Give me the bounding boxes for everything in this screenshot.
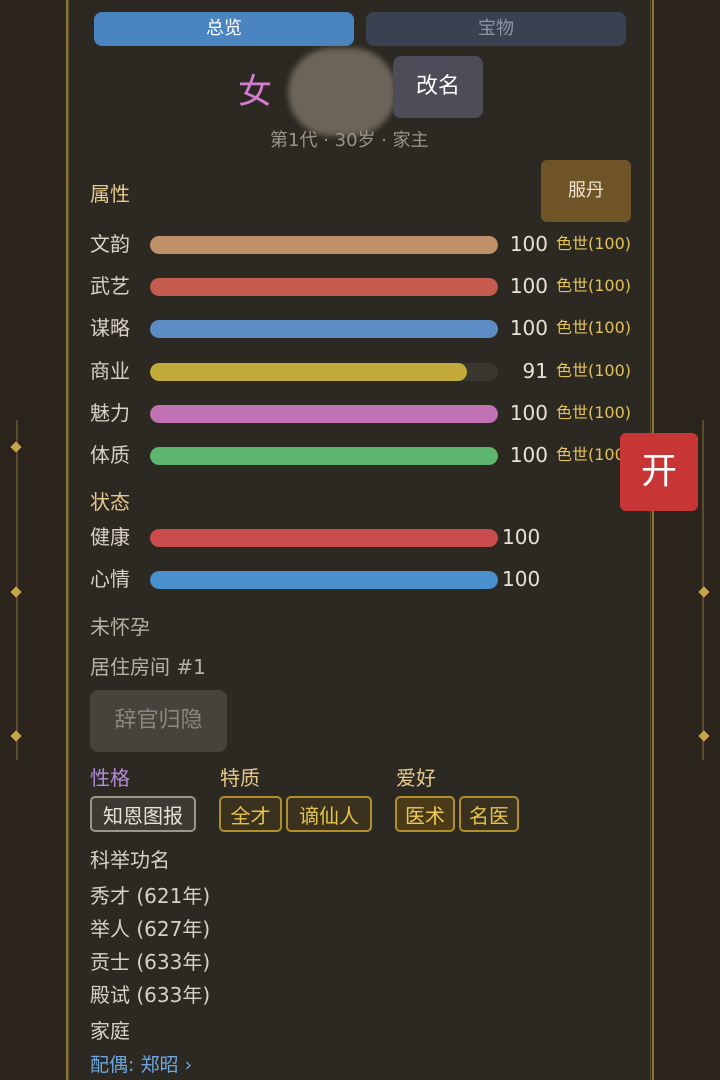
quality-tag[interactable]: 谪仙人 [286,796,372,832]
attribute-cap: 色世(100) [556,403,632,422]
attribute-value: 100 [509,232,548,256]
attribute-bar [150,278,498,296]
retire-button[interactable]: 辞官归隐 [90,690,227,752]
hobby-tag[interactable]: 医术 [395,796,455,832]
take-pill-button[interactable]: 服丹 [541,160,631,222]
rename-button[interactable]: 改名 [393,56,483,118]
attribute-row: 文韵 100 色世(100) [90,230,650,258]
tab-bar: 总览 宝物 [94,12,626,46]
exam-title: 科举功名 [90,848,170,872]
tab-treasure[interactable]: 宝物 [366,12,626,46]
attribute-bar [150,405,498,423]
character-subline: 第1代 · 30岁 · 家主 [270,130,429,151]
attribute-bar [150,320,498,338]
attribute-bar [150,236,498,254]
status-row: 心情 100 [90,565,650,593]
attribute-label: 魅力 [90,401,130,425]
exam-item: 殿试 (633年) [90,983,211,1007]
status-value: 100 [502,525,541,549]
exam-item: 贡士 (633年) [90,950,211,974]
attribute-value: 91 [522,359,548,383]
status-label: 健康 [90,525,130,549]
open-button[interactable]: 开 [620,433,698,511]
attribute-label: 武艺 [90,274,130,298]
attribute-label: 体质 [90,443,130,467]
status-bar-fill [150,571,498,589]
hobby-tag[interactable]: 名医 [459,796,519,832]
attributes-title: 属性 [90,182,130,206]
attribute-bar-fill [150,320,498,338]
pregnancy-status: 未怀孕 [90,615,150,639]
panel-border-left [68,0,69,1080]
attribute-bar-fill [150,405,498,423]
attribute-cap: 色世(100) [556,318,632,337]
attribute-bar-fill [150,278,498,296]
residence-room: 居住房间 #1 [90,655,206,679]
attribute-value: 100 [509,316,548,340]
attribute-row: 谋略 100 色世(100) [90,314,650,342]
status-bar [150,529,498,547]
spouse-link[interactable]: 配偶: 郑昭 › [90,1050,192,1077]
attribute-cap: 色世(100) [556,361,632,380]
gender-label: 女 [238,72,272,112]
attribute-cap: 色世(100) [556,234,632,253]
personality-tag[interactable]: 知恩图报 [90,796,196,832]
attribute-bar-fill [150,363,467,381]
attribute-row: 商业 91 色世(100) [90,357,650,385]
panel-border-right [650,0,651,1080]
attribute-label: 商业 [90,359,130,383]
attribute-cap: 色世(100 [556,445,625,464]
personality-title: 性格 [90,766,130,790]
attribute-bar [150,363,498,381]
attribute-value: 100 [509,443,548,467]
exam-item: 举人 (627年) [90,917,211,941]
attribute-bar-fill [150,236,498,254]
hobby-title: 爱好 [396,766,436,790]
attribute-label: 谋略 [90,316,130,340]
attribute-row: 武艺 100 色世(100) [90,272,650,300]
character-name-blurred [288,48,396,136]
status-title: 状态 [90,490,130,514]
attribute-value: 100 [509,274,548,298]
tab-overview[interactable]: 总览 [94,12,354,46]
family-title: 家庭 [90,1019,130,1043]
status-row: 健康 100 [90,523,650,551]
status-bar [150,571,498,589]
attribute-label: 文韵 [90,232,130,256]
exam-item: 秀才 (621年) [90,884,211,908]
attribute-bar [150,447,498,465]
attribute-row: 魅力 100 色世(100) [90,399,650,427]
status-value: 100 [502,567,541,591]
status-bar-fill [150,529,498,547]
status-label: 心情 [90,567,130,591]
attribute-cap: 色世(100) [556,276,632,295]
attribute-value: 100 [509,401,548,425]
attribute-row: 体质 100 色世(100 [90,441,650,469]
quality-title: 特质 [220,766,260,790]
attribute-bar-fill [150,447,498,465]
quality-tag[interactable]: 全才 [219,796,282,832]
